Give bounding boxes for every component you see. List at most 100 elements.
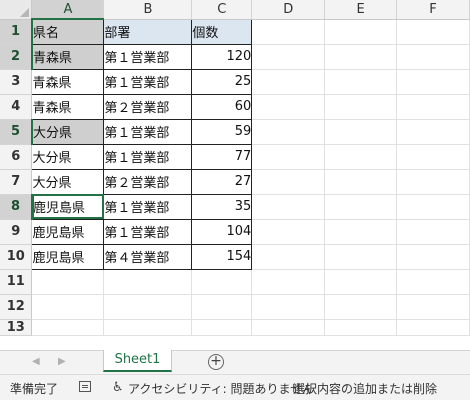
cell-f11[interactable] bbox=[396, 269, 470, 295]
column-header-f[interactable]: F bbox=[396, 0, 470, 20]
cell-b10[interactable]: 第４営業部 bbox=[103, 243, 193, 270]
cell-c1[interactable]: 個数 bbox=[191, 18, 253, 45]
cell-a11[interactable] bbox=[31, 269, 105, 295]
column-header-e[interactable]: E bbox=[324, 0, 398, 20]
cell-c2[interactable]: 120 bbox=[191, 43, 253, 70]
cell-a5[interactable]: 大分県 bbox=[31, 118, 105, 145]
cell-e2[interactable] bbox=[324, 44, 398, 70]
row-header[interactable]: 7 bbox=[0, 169, 33, 195]
cell-e1[interactable] bbox=[324, 19, 398, 45]
cell-d3[interactable] bbox=[251, 69, 326, 95]
cell-f13[interactable] bbox=[396, 319, 470, 336]
cell-d13[interactable] bbox=[251, 319, 326, 336]
cell-e7[interactable] bbox=[324, 169, 398, 195]
accessibility-status[interactable]: アクセシビリティ: 問題ありません bbox=[128, 380, 314, 397]
cell-d1[interactable] bbox=[251, 19, 326, 45]
scroll-left-icon[interactable]: ◀ bbox=[32, 356, 40, 367]
column-header-c[interactable]: C bbox=[191, 0, 253, 20]
cell-e13[interactable] bbox=[324, 319, 398, 336]
cell-a9[interactable]: 鹿児島県 bbox=[31, 218, 105, 245]
column-header-a[interactable]: A bbox=[31, 0, 105, 20]
cell-d4[interactable] bbox=[251, 94, 326, 120]
cell-f6[interactable] bbox=[396, 144, 470, 170]
cell-a6[interactable]: 大分県 bbox=[31, 143, 105, 170]
cell-b13[interactable] bbox=[103, 319, 193, 336]
spreadsheet-grid[interactable]: A B C D E F 1 県名 部署 個数 2 青森県 第１営業部 120 3 bbox=[0, 0, 470, 350]
cell-f8[interactable] bbox=[396, 194, 470, 220]
cell-c8[interactable]: 35 bbox=[191, 193, 253, 220]
cell-e4[interactable] bbox=[324, 94, 398, 120]
sheet-tab[interactable]: Sheet1 bbox=[103, 350, 172, 372]
row-header[interactable]: 5 bbox=[0, 119, 33, 145]
cell-a3[interactable]: 青森県 bbox=[31, 68, 105, 95]
cell-b2[interactable]: 第１営業部 bbox=[103, 43, 193, 70]
column-header-b[interactable]: B bbox=[103, 0, 193, 20]
cell-e3[interactable] bbox=[324, 69, 398, 95]
row-header[interactable]: 8 bbox=[0, 194, 33, 220]
cell-c11[interactable] bbox=[191, 269, 253, 295]
cell-c3[interactable]: 25 bbox=[191, 68, 253, 95]
cell-b8[interactable]: 第１営業部 bbox=[103, 193, 193, 220]
cell-b12[interactable] bbox=[103, 294, 193, 320]
cell-e11[interactable] bbox=[324, 269, 398, 295]
cell-c7[interactable]: 27 bbox=[191, 168, 253, 195]
cell-f5[interactable] bbox=[396, 119, 470, 145]
cell-f9[interactable] bbox=[396, 219, 470, 245]
cell-b6[interactable]: 第１営業部 bbox=[103, 143, 193, 170]
cell-c5[interactable]: 59 bbox=[191, 118, 253, 145]
cell-b7[interactable]: 第２営業部 bbox=[103, 168, 193, 195]
cell-e5[interactable] bbox=[324, 119, 398, 145]
accessibility-icon[interactable]: ♿ bbox=[112, 380, 124, 395]
cell-d9[interactable] bbox=[251, 219, 326, 245]
cell-b1[interactable]: 部署 bbox=[103, 18, 193, 45]
cell-e6[interactable] bbox=[324, 144, 398, 170]
cell-c13[interactable] bbox=[191, 319, 253, 336]
cell-a12[interactable] bbox=[31, 294, 105, 320]
cell-f7[interactable] bbox=[396, 169, 470, 195]
row-header[interactable]: 12 bbox=[0, 294, 33, 320]
cell-d2[interactable] bbox=[251, 44, 326, 70]
cell-f1[interactable] bbox=[396, 19, 470, 45]
cell-b9[interactable]: 第１営業部 bbox=[103, 218, 193, 245]
cell-f12[interactable] bbox=[396, 294, 470, 320]
cell-d8[interactable] bbox=[251, 194, 326, 220]
cell-a13[interactable] bbox=[31, 319, 105, 336]
row-header[interactable]: 10 bbox=[0, 244, 33, 270]
row-header[interactable]: 11 bbox=[0, 269, 33, 295]
cell-f2[interactable] bbox=[396, 44, 470, 70]
cell-c9[interactable]: 104 bbox=[191, 218, 253, 245]
cell-a10[interactable]: 鹿児島県 bbox=[31, 243, 105, 270]
row-header[interactable]: 6 bbox=[0, 144, 33, 170]
scroll-right-icon[interactable]: ▶ bbox=[58, 356, 66, 367]
column-header-d[interactable]: D bbox=[251, 0, 326, 20]
cell-a1[interactable]: 県名 bbox=[31, 18, 105, 45]
row-header[interactable]: 1 bbox=[0, 19, 33, 45]
cell-e8[interactable] bbox=[324, 194, 398, 220]
active-cell-a8[interactable]: 鹿児島県 bbox=[31, 193, 105, 220]
cell-b11[interactable] bbox=[103, 269, 193, 295]
cell-d10[interactable] bbox=[251, 244, 326, 270]
cell-e12[interactable] bbox=[324, 294, 398, 320]
cell-a7[interactable]: 大分県 bbox=[31, 168, 105, 195]
cell-d6[interactable] bbox=[251, 144, 326, 170]
cell-b5[interactable]: 第１営業部 bbox=[103, 118, 193, 145]
cell-c12[interactable] bbox=[191, 294, 253, 320]
row-header[interactable]: 2 bbox=[0, 44, 33, 70]
select-all-button[interactable] bbox=[0, 0, 33, 20]
macro-record-icon[interactable] bbox=[79, 381, 91, 392]
cell-e10[interactable] bbox=[324, 244, 398, 270]
cell-d12[interactable] bbox=[251, 294, 326, 320]
cell-c6[interactable]: 77 bbox=[191, 143, 253, 170]
cell-b4[interactable]: 第２営業部 bbox=[103, 93, 193, 120]
row-header[interactable]: 3 bbox=[0, 69, 33, 95]
cell-e9[interactable] bbox=[324, 219, 398, 245]
cell-a4[interactable]: 青森県 bbox=[31, 93, 105, 120]
cell-c10[interactable]: 154 bbox=[191, 243, 253, 270]
cell-d11[interactable] bbox=[251, 269, 326, 295]
row-header[interactable]: 9 bbox=[0, 219, 33, 245]
add-sheet-icon[interactable]: + bbox=[208, 354, 224, 370]
row-header[interactable]: 4 bbox=[0, 94, 33, 120]
cell-c4[interactable]: 60 bbox=[191, 93, 253, 120]
row-header[interactable]: 13 bbox=[0, 319, 33, 336]
cell-b3[interactable]: 第１営業部 bbox=[103, 68, 193, 95]
